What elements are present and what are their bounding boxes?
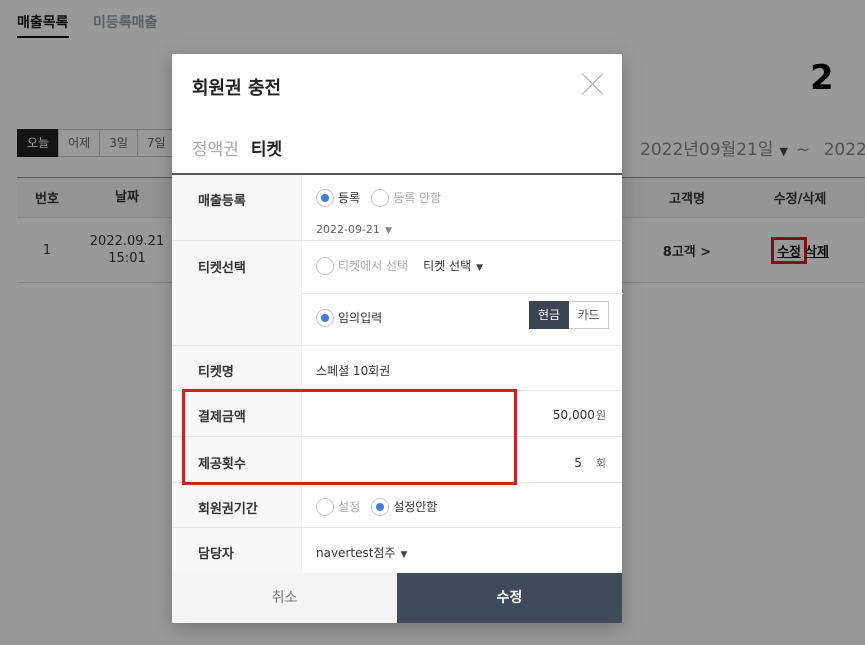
membership-charge-modal: 회원권 충전 정액권 티켓 매출등록 등록 등록 안함 2022-09-21 ▼ … (172, 54, 623, 623)
radio-period-none[interactable] (371, 497, 390, 516)
tab-ticket[interactable]: 티켓 (251, 135, 282, 160)
provided-count-value: 5 (574, 456, 582, 470)
sales-date-value: 2022-09-21 (316, 223, 380, 236)
radio-from-ticket-label: 티켓에서 선택 (338, 259, 409, 273)
chevron-down-icon: ▼ (400, 550, 408, 560)
staff-select-value: navertest점주 (316, 546, 396, 560)
label-ticket-name: 티켓명 (198, 365, 234, 380)
edit-submit-button[interactable]: 수정 (397, 573, 622, 623)
pay-card-button[interactable]: 카드 (569, 301, 609, 329)
staff-body: navertest점주 ▼ (301, 528, 622, 573)
radio-no-register[interactable] (371, 188, 390, 207)
label-provided-count: 제공횟수 (198, 457, 246, 472)
modal-title: 회원권 충전 (192, 78, 282, 99)
radio-register[interactable] (316, 188, 334, 207)
label-ticket-select: 티켓선택 (198, 261, 246, 276)
radio-manual-input-label: 임의입력 (338, 311, 383, 325)
ticket-select-body: 티켓에서 선택 티켓 선택 ▼ 임의입력 현금 카드 (301, 241, 623, 345)
tab-fixed-amount[interactable]: 정액권 (192, 135, 239, 160)
provided-count-input[interactable]: 5회 (574, 455, 606, 471)
payment-amount-unit: 원 (595, 409, 606, 422)
close-icon[interactable] (581, 72, 605, 96)
radio-period-set-label: 설정 (338, 500, 361, 514)
row-staff: 담당자 navertest점주 ▼ (172, 528, 622, 573)
ticket-dropdown[interactable]: 티켓 선택 ▼ (423, 259, 483, 273)
radio-register-label: 등록 (338, 191, 361, 205)
radio-no-register-label: 등록 안함 (393, 191, 442, 205)
staff-select[interactable]: navertest점주 ▼ (316, 544, 407, 561)
provided-count-body: 5회 (301, 437, 622, 482)
label-staff: 담당자 (198, 547, 234, 562)
cancel-button[interactable]: 취소 (172, 573, 397, 623)
payment-amount-value: 50,000 (552, 408, 595, 422)
ticket-dropdown-label: 티켓 선택 (423, 259, 472, 273)
sales-date-select[interactable]: 2022-09-21 ▼ (316, 218, 392, 237)
ticket-divider (302, 293, 623, 294)
label-membership-period: 회원권기간 (198, 502, 258, 517)
sales-registration-body: 등록 등록 안함 2022-09-21 ▼ (301, 175, 622, 240)
radio-period-set[interactable] (316, 497, 334, 516)
row-provided-count: 제공횟수 5회 (172, 437, 622, 483)
label-payment-amount: 결제금액 (198, 410, 246, 425)
row-sales-registration: 매출등록 등록 등록 안함 2022-09-21 ▼ (172, 175, 622, 241)
row-payment-amount: 결제금액 50,000원 (172, 391, 622, 437)
ticket-name-body: 스페셜 10회권 (301, 346, 622, 390)
pay-cash-button[interactable]: 현금 (529, 301, 569, 329)
row-membership-period: 회원권기간 설정 설정안함 (172, 483, 622, 528)
radio-manual-input[interactable] (316, 308, 334, 327)
chevron-down-icon: ▼ (476, 263, 484, 273)
payment-method-toggle: 현금 카드 (529, 301, 609, 329)
row-ticket-select: 티켓선택 티켓에서 선택 티켓 선택 ▼ 임의입력 현금 카드 (172, 241, 623, 346)
provided-count-unit: 회 (595, 457, 606, 470)
chevron-down-icon: ▼ (384, 226, 392, 236)
ticket-name-input[interactable]: 스페셜 10회권 (316, 362, 390, 379)
payment-amount-input[interactable]: 50,000원 (553, 407, 606, 423)
radio-from-ticket[interactable] (316, 256, 334, 275)
membership-period-body: 설정 설정안함 (301, 483, 622, 527)
modal-tabs: 정액권 티켓 (192, 135, 282, 160)
radio-period-none-label: 설정안함 (393, 500, 438, 514)
row-ticket-name: 티켓명 스페셜 10회권 (172, 346, 622, 391)
label-sales-registration: 매출등록 (198, 194, 246, 209)
payment-amount-body: 50,000원 (301, 391, 622, 436)
